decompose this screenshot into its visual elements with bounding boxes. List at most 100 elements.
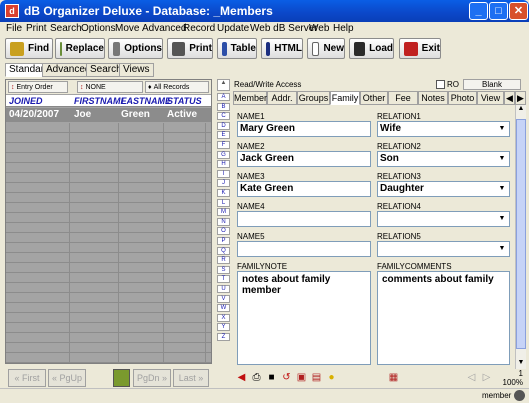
menu-print[interactable]: Print [26, 23, 47, 34]
printer-icon[interactable]: ⎙ [250, 371, 263, 384]
alpha-button-s[interactable]: S [217, 265, 230, 274]
column-status[interactable]: STATUS [167, 96, 202, 106]
blank-button[interactable]: Blank [463, 79, 521, 90]
alpha-button-w[interactable]: W [217, 304, 230, 313]
alpha-button-n[interactable]: N [217, 217, 230, 226]
column-lastname[interactable]: LASTNAME [121, 96, 171, 106]
tab-notes[interactable]: Notes [418, 91, 448, 105]
tab-groups[interactable]: Groups [297, 91, 330, 105]
alpha-button-r[interactable]: R [217, 256, 230, 265]
entry-order-button[interactable]: ↕ Entry Order [8, 81, 68, 93]
alpha-button-l[interactable]: L [217, 198, 230, 207]
new-button[interactable]: New [307, 38, 345, 59]
first-button[interactable]: « First [8, 369, 46, 387]
pgdn-button[interactable]: PgDn » [133, 369, 171, 387]
alpha-button-j[interactable]: J [217, 179, 230, 188]
alpha-button-c[interactable]: C [217, 112, 230, 121]
alpha-button-x[interactable]: X [217, 313, 230, 322]
all-records-button[interactable]: ♦ All Records [145, 81, 209, 93]
report-icon[interactable]: ▦ [387, 371, 400, 384]
ro-checkbox[interactable] [436, 80, 445, 89]
scroll-up-icon[interactable]: ▲ [516, 105, 526, 115]
close-button[interactable]: ✕ [509, 2, 528, 20]
tab-view[interactable]: View [477, 91, 504, 105]
alpha-button-u[interactable]: U [217, 285, 230, 293]
alpha-button-m[interactable]: M [217, 208, 230, 217]
menu-help[interactable]: Help [333, 23, 354, 34]
column-joined[interactable]: JOINED [9, 96, 43, 106]
trash-icon[interactable]: ■ [265, 371, 278, 384]
relation2-select[interactable]: Son ▼ [377, 151, 510, 167]
exit-button[interactable]: Exit [399, 38, 441, 59]
menu-update[interactable]: Update [217, 23, 249, 34]
name4-field[interactable] [237, 211, 371, 227]
copy-record-icon[interactable]: ▣ [295, 371, 308, 384]
tab-scroll-right-icon[interactable]: ▶ [515, 91, 526, 105]
alpha-button-y[interactable]: Y [217, 323, 230, 332]
menu-search[interactable]: Search [50, 23, 82, 34]
tab-other[interactable]: Other [360, 91, 388, 105]
relation5-select[interactable]: ▼ [377, 241, 510, 257]
prev-record-icon[interactable]: ◁ [465, 371, 478, 384]
name5-field[interactable] [237, 241, 371, 257]
arrow-left-icon[interactable]: ◀ [235, 371, 248, 384]
alpha-button-k[interactable]: K [217, 189, 230, 197]
alpha-button-v[interactable]: V [217, 294, 230, 303]
filter-none-button[interactable]: ↕ NONE [77, 81, 143, 93]
table-button[interactable]: Table [217, 38, 257, 59]
quick-jump-icon[interactable] [113, 369, 130, 387]
list-grid[interactable] [6, 123, 211, 363]
alpha-button-q[interactable]: Q [217, 246, 230, 255]
pgup-button[interactable]: « PgUp [48, 369, 86, 387]
alpha-button-d[interactable]: D [217, 121, 230, 130]
relation3-select[interactable]: Daughter ▼ [377, 181, 510, 197]
tab-address[interactable]: Addr. [267, 91, 297, 105]
alpha-button-e[interactable]: E [217, 131, 230, 140]
alpha-button-f[interactable]: F [217, 141, 230, 149]
undo-icon[interactable]: ↺ [280, 371, 293, 384]
alpha-button-o[interactable]: O [217, 227, 230, 236]
column-firstname[interactable]: FIRSTNAME [74, 96, 127, 106]
alpha-button-g[interactable]: G [217, 150, 230, 159]
find-button[interactable]: Find [5, 38, 53, 59]
menu-web-db-server[interactable]: Web dB Server [250, 23, 318, 34]
tab-fee[interactable]: Fee [388, 91, 418, 105]
alpha-button-h[interactable]: H [217, 160, 230, 169]
relation1-select[interactable]: Wife ▼ [377, 121, 510, 137]
tab-family[interactable]: Family [330, 91, 360, 105]
tab-member[interactable]: Member [233, 91, 267, 105]
maximize-button[interactable]: □ [489, 2, 508, 20]
name2-field[interactable]: Jack Green [237, 151, 371, 167]
menu-file[interactable]: File [6, 23, 22, 34]
scroll-down-icon[interactable]: ▼ [516, 359, 526, 369]
html-button[interactable]: HTML [261, 38, 303, 59]
menu-record[interactable]: Record [183, 23, 215, 34]
menu-move[interactable]: Move [115, 23, 139, 34]
scroll-thumb[interactable] [516, 119, 526, 349]
alpha-button-b[interactable]: B [217, 102, 230, 111]
replace-button[interactable]: Replace [55, 38, 105, 59]
minimize-button[interactable]: _ [469, 2, 488, 20]
menu-options[interactable]: Options [81, 23, 115, 34]
print-button[interactable]: Print [167, 38, 213, 59]
alpha-button-t[interactable]: T [217, 275, 230, 284]
options-button[interactable]: Options [108, 38, 163, 59]
tab-photo[interactable]: Photo [448, 91, 477, 105]
alpha-button-a[interactable]: A [217, 93, 230, 101]
load-button[interactable]: Load [349, 38, 394, 59]
menu-web[interactable]: Web [309, 23, 329, 34]
form-scrollbar[interactable]: ▲ ▼ [515, 105, 526, 369]
last-button[interactable]: Last » [173, 369, 209, 387]
scroll-up-arrow-icon[interactable]: ▲ [217, 79, 230, 91]
tab-scroll-left-icon[interactable]: ◀ [504, 91, 515, 105]
lightbulb-icon[interactable]: ● [325, 371, 338, 384]
alpha-button-p[interactable]: P [217, 237, 230, 245]
paste-record-icon[interactable]: ▤ [310, 371, 323, 384]
familynote-textarea[interactable]: notes about family member [237, 271, 371, 365]
menu-advanced[interactable]: Advanced [142, 23, 186, 34]
familycomments-textarea[interactable]: comments about family [377, 271, 510, 365]
alpha-button-i[interactable]: I [217, 169, 230, 178]
table-row[interactable]: 04/20/2007 Joe Green Active [6, 108, 211, 122]
name1-field[interactable]: Mary Green [237, 121, 371, 137]
name3-field[interactable]: Kate Green [237, 181, 371, 197]
